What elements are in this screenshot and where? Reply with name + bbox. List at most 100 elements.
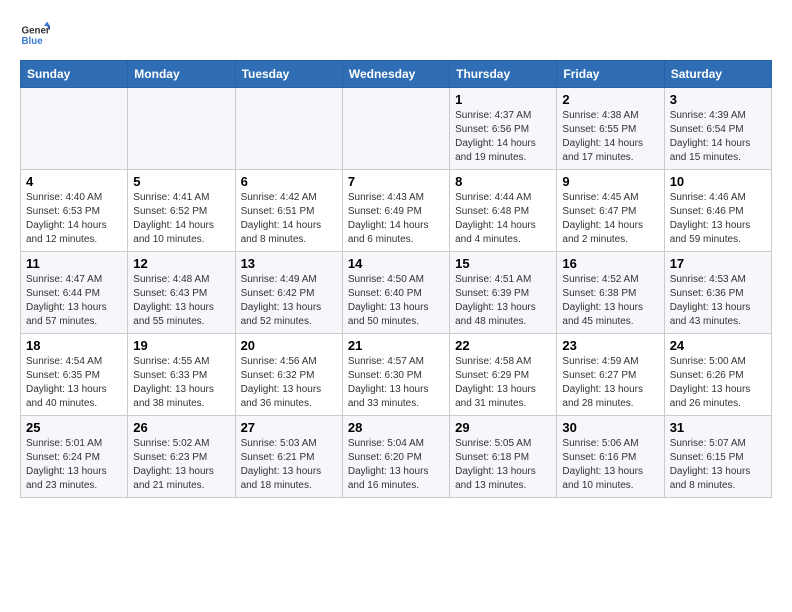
logo: General Blue [20,20,54,50]
day-number: 21 [348,338,444,353]
day-info: Sunrise: 4:55 AM Sunset: 6:33 PM Dayligh… [133,355,229,411]
day-info: Sunrise: 4:48 AM Sunset: 6:43 PM Dayligh… [133,273,229,329]
day-cell-31: 31 Sunrise: 5:07 AM Sunset: 6:15 PM Dayli… [664,416,771,498]
day-info: Sunrise: 4:43 AM Sunset: 6:49 PM Dayligh… [348,191,444,247]
day-number: 24 [670,338,766,353]
week-row-3: 11 Sunrise: 4:47 AM Sunset: 6:44 PM Dayli… [21,252,772,334]
weekday-header-thursday: Thursday [450,61,557,88]
week-row-4: 18Sunrise: 4:54 AM Sunset: 6:35 PM Dayli… [21,334,772,416]
day-number: 1 [455,92,551,107]
day-info: Sunrise: 4:46 AM Sunset: 6:46 PM Dayligh… [670,191,766,247]
day-info: Sunrise: 4:51 AM Sunset: 6:39 PM Dayligh… [455,273,551,329]
day-number: 20 [241,338,337,353]
day-info: Sunrise: 4:59 AM Sunset: 6:27 PM Dayligh… [562,355,658,411]
day-cell-14: 14 Sunrise: 4:50 AM Sunset: 6:40 PM Dayli… [342,252,449,334]
empty-cell [342,88,449,170]
day-cell-27: 27 Sunrise: 5:03 AM Sunset: 6:21 PM Dayli… [235,416,342,498]
day-info: Sunrise: 4:42 AM Sunset: 6:51 PM Dayligh… [241,191,337,247]
empty-cell [21,88,128,170]
week-row-2: 4Sunrise: 4:40 AM Sunset: 6:53 PM Daylig… [21,170,772,252]
day-number: 9 [562,174,658,189]
svg-text:General: General [22,26,51,37]
day-cell-20: 20Sunrise: 4:56 AM Sunset: 6:32 PM Dayli… [235,334,342,416]
week-row-5: 25 Sunrise: 5:01 AM Sunset: 6:24 PM Dayli… [21,416,772,498]
day-info: Sunrise: 5:04 AM Sunset: 6:20 PM Dayligh… [348,437,444,493]
day-cell-17: 17 Sunrise: 4:53 AM Sunset: 6:36 PM Dayli… [664,252,771,334]
day-number: 22 [455,338,551,353]
day-info: Sunrise: 4:41 AM Sunset: 6:52 PM Dayligh… [133,191,229,247]
day-cell-9: 9 Sunrise: 4:45 AM Sunset: 6:47 PM Daylig… [557,170,664,252]
day-info: Sunrise: 4:49 AM Sunset: 6:42 PM Dayligh… [241,273,337,329]
day-info: Sunrise: 5:01 AM Sunset: 6:24 PM Dayligh… [26,437,122,493]
weekday-header-saturday: Saturday [664,61,771,88]
day-number: 4 [26,174,122,189]
day-info: Sunrise: 5:05 AM Sunset: 6:18 PM Dayligh… [455,437,551,493]
weekday-header-monday: Monday [128,61,235,88]
day-number: 2 [562,92,658,107]
day-info: Sunrise: 4:57 AM Sunset: 6:30 PM Dayligh… [348,355,444,411]
day-info: Sunrise: 4:47 AM Sunset: 6:44 PM Dayligh… [26,273,122,329]
day-cell-26: 26 Sunrise: 5:02 AM Sunset: 6:23 PM Dayli… [128,416,235,498]
day-number: 18 [26,338,122,353]
empty-cell [128,88,235,170]
day-cell-6: 6 Sunrise: 4:42 AM Sunset: 6:51 PM Daylig… [235,170,342,252]
day-cell-8: 8 Sunrise: 4:44 AM Sunset: 6:48 PM Daylig… [450,170,557,252]
weekday-header-sunday: Sunday [21,61,128,88]
day-number: 6 [241,174,337,189]
day-info: Sunrise: 4:53 AM Sunset: 6:36 PM Dayligh… [670,273,766,329]
day-number: 31 [670,420,766,435]
weekday-header-wednesday: Wednesday [342,61,449,88]
day-number: 26 [133,420,229,435]
day-number: 27 [241,420,337,435]
day-number: 12 [133,256,229,271]
day-cell-13: 13 Sunrise: 4:49 AM Sunset: 6:42 PM Dayli… [235,252,342,334]
day-info: Sunrise: 4:45 AM Sunset: 6:47 PM Dayligh… [562,191,658,247]
day-number: 11 [26,256,122,271]
day-cell-3: 3 Sunrise: 4:39 AM Sunset: 6:54 PM Daylig… [664,88,771,170]
day-number: 23 [562,338,658,353]
day-cell-21: 21 Sunrise: 4:57 AM Sunset: 6:30 PM Dayli… [342,334,449,416]
day-number: 3 [670,92,766,107]
day-info: Sunrise: 4:37 AM Sunset: 6:56 PM Dayligh… [455,109,551,165]
day-info: Sunrise: 5:02 AM Sunset: 6:23 PM Dayligh… [133,437,229,493]
day-number: 16 [562,256,658,271]
day-info: Sunrise: 5:07 AM Sunset: 6:15 PM Dayligh… [670,437,766,493]
svg-text:Blue: Blue [22,36,44,47]
day-number: 17 [670,256,766,271]
weekday-header-friday: Friday [557,61,664,88]
day-number: 30 [562,420,658,435]
logo-icon: General Blue [20,20,50,50]
calendar-table: SundayMondayTuesdayWednesdayThursdayFrid… [20,60,772,498]
day-cell-5: 5 Sunrise: 4:41 AM Sunset: 6:52 PM Daylig… [128,170,235,252]
day-number: 25 [26,420,122,435]
day-cell-15: 15Sunrise: 4:51 AM Sunset: 6:39 PM Dayli… [450,252,557,334]
day-cell-29: 29Sunrise: 5:05 AM Sunset: 6:18 PM Dayli… [450,416,557,498]
week-row-1: 1 Sunrise: 4:37 AM Sunset: 6:56 PM Daylig… [21,88,772,170]
day-info: Sunrise: 4:58 AM Sunset: 6:29 PM Dayligh… [455,355,551,411]
weekday-header-row: SundayMondayTuesdayWednesdayThursdayFrid… [21,61,772,88]
day-cell-7: 7 Sunrise: 4:43 AM Sunset: 6:49 PM Daylig… [342,170,449,252]
day-info: Sunrise: 4:50 AM Sunset: 6:40 PM Dayligh… [348,273,444,329]
day-info: Sunrise: 4:39 AM Sunset: 6:54 PM Dayligh… [670,109,766,165]
day-cell-1: 1 Sunrise: 4:37 AM Sunset: 6:56 PM Daylig… [450,88,557,170]
day-number: 19 [133,338,229,353]
day-info: Sunrise: 4:44 AM Sunset: 6:48 PM Dayligh… [455,191,551,247]
day-cell-23: 23 Sunrise: 4:59 AM Sunset: 6:27 PM Dayli… [557,334,664,416]
day-cell-25: 25 Sunrise: 5:01 AM Sunset: 6:24 PM Dayli… [21,416,128,498]
empty-cell [235,88,342,170]
day-number: 8 [455,174,551,189]
day-number: 5 [133,174,229,189]
day-cell-24: 24Sunrise: 5:00 AM Sunset: 6:26 PM Dayli… [664,334,771,416]
day-cell-2: 2 Sunrise: 4:38 AM Sunset: 6:55 PM Daylig… [557,88,664,170]
day-info: Sunrise: 4:38 AM Sunset: 6:55 PM Dayligh… [562,109,658,165]
day-info: Sunrise: 5:03 AM Sunset: 6:21 PM Dayligh… [241,437,337,493]
weekday-header-tuesday: Tuesday [235,61,342,88]
day-cell-10: 10Sunrise: 4:46 AM Sunset: 6:46 PM Dayli… [664,170,771,252]
day-cell-18: 18Sunrise: 4:54 AM Sunset: 6:35 PM Dayli… [21,334,128,416]
day-cell-22: 22 Sunrise: 4:58 AM Sunset: 6:29 PM Dayli… [450,334,557,416]
day-cell-30: 30Sunrise: 5:06 AM Sunset: 6:16 PM Dayli… [557,416,664,498]
day-cell-16: 16Sunrise: 4:52 AM Sunset: 6:38 PM Dayli… [557,252,664,334]
day-number: 13 [241,256,337,271]
day-number: 14 [348,256,444,271]
day-number: 7 [348,174,444,189]
